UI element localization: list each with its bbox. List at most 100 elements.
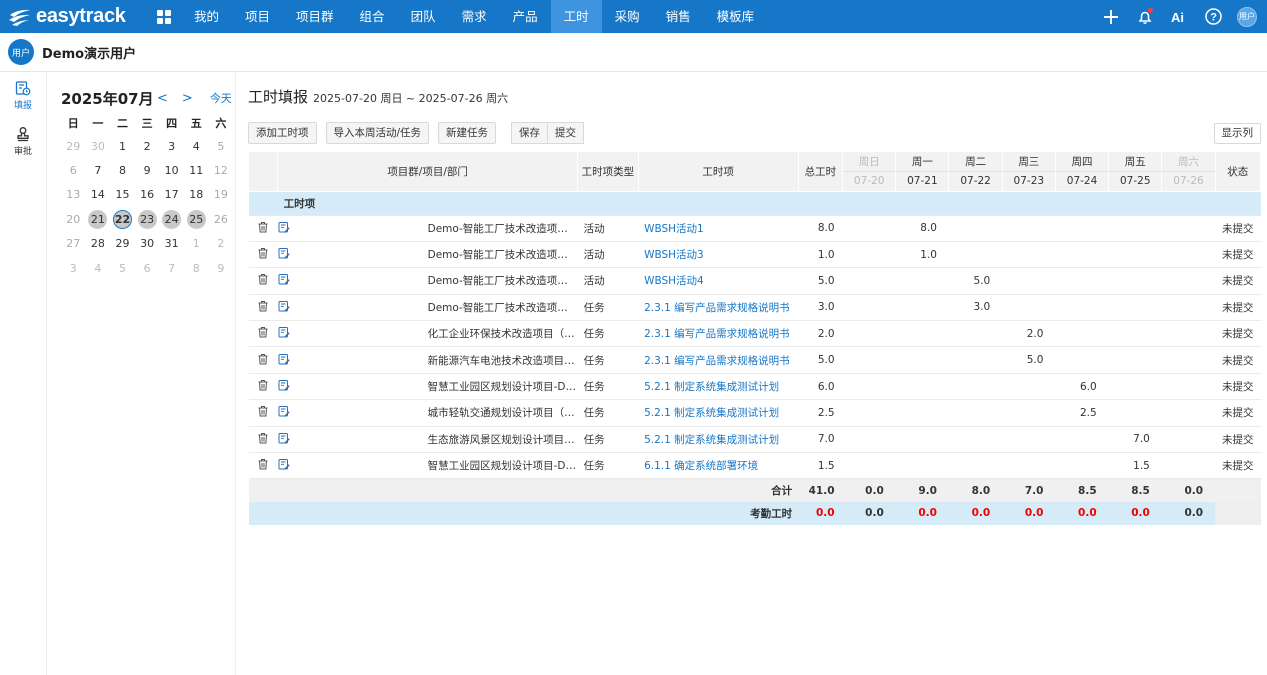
day-hours-cell[interactable]	[842, 399, 896, 427]
new-task-button[interactable]: 新建任务	[438, 122, 497, 144]
calendar-day[interactable]: 30	[135, 232, 160, 256]
day-hours-cell[interactable]: 3.0	[948, 294, 1003, 322]
day-hours-cell[interactable]	[1161, 320, 1216, 348]
calendar-day[interactable]: 22	[110, 207, 135, 231]
trash-icon[interactable]	[257, 459, 269, 473]
nav-item-7[interactable]: 工时	[550, 0, 602, 33]
calendar-day[interactable]: 24	[159, 207, 184, 231]
item-link[interactable]: WBSH活动1	[638, 215, 799, 242]
calendar-day[interactable]: 6	[135, 256, 160, 280]
day-hours-cell[interactable]: 5.0	[948, 267, 1003, 295]
day-hours-cell[interactable]	[1002, 294, 1056, 322]
calendar-day[interactable]: 12	[209, 158, 234, 182]
calendar-day[interactable]: 4	[184, 134, 209, 158]
day-hours-cell[interactable]	[948, 241, 1003, 269]
calendar-day[interactable]: 20	[61, 207, 86, 231]
day-hours-cell[interactable]	[1161, 346, 1216, 374]
day-hours-cell[interactable]	[1002, 267, 1056, 295]
day-hours-cell[interactable]	[1055, 294, 1109, 322]
nav-item-4[interactable]: 团队	[398, 0, 449, 33]
trash-icon[interactable]	[257, 327, 269, 341]
nav-item-3[interactable]: 组合	[347, 0, 398, 33]
calendar-day[interactable]: 15	[110, 183, 135, 207]
day-hours-cell[interactable]	[1161, 452, 1216, 480]
edit-log-icon[interactable]	[278, 300, 428, 315]
day-hours-cell[interactable]	[1002, 215, 1056, 242]
trash-icon[interactable]	[257, 432, 269, 447]
day-hours-cell[interactable]	[1002, 373, 1056, 401]
edit-log-icon[interactable]	[278, 247, 428, 262]
calendar-day[interactable]: 2	[209, 232, 234, 256]
item-link[interactable]: 6.1.1 确定系统部署环境	[638, 452, 799, 480]
trash-icon[interactable]	[257, 274, 269, 288]
day-hours-cell[interactable]	[842, 215, 896, 242]
trash-icon[interactable]	[257, 353, 269, 368]
item-link[interactable]: 2.3.1 编写产品需求规格说明书	[638, 320, 799, 348]
calendar-prev-button[interactable]: <	[157, 91, 168, 106]
edit-log-icon[interactable]	[278, 432, 428, 447]
edit-log-icon[interactable]	[278, 221, 428, 236]
nav-item-1[interactable]: 项目	[232, 0, 283, 33]
calendar-day[interactable]: 28	[86, 232, 111, 256]
edit-log-icon[interactable]	[278, 458, 428, 473]
day-hours-cell[interactable]	[895, 426, 949, 454]
day-hours-cell[interactable]	[948, 215, 1003, 242]
calendar-day[interactable]: 26	[209, 207, 234, 231]
day-hours-cell[interactable]: 2.0	[1002, 320, 1056, 348]
day-hours-cell[interactable]: 1.0	[895, 241, 949, 269]
day-hours-cell[interactable]	[842, 346, 896, 374]
day-hours-cell[interactable]	[1108, 399, 1162, 427]
nav-item-5[interactable]: 需求	[449, 0, 500, 33]
day-hours-cell[interactable]	[1002, 426, 1056, 454]
day-hours-cell[interactable]	[1002, 241, 1056, 269]
day-hours-cell[interactable]	[1055, 452, 1109, 480]
day-hours-cell[interactable]	[895, 346, 949, 374]
edit-log-icon[interactable]	[278, 405, 428, 420]
day-hours-cell[interactable]	[1055, 320, 1109, 348]
day-hours-cell[interactable]	[895, 320, 949, 348]
day-hours-cell[interactable]	[1002, 399, 1056, 427]
day-hours-cell[interactable]	[842, 320, 896, 348]
day-hours-cell[interactable]	[1108, 320, 1162, 348]
trash-icon[interactable]	[257, 380, 269, 394]
day-hours-cell[interactable]	[895, 294, 949, 322]
day-hours-cell[interactable]	[1161, 426, 1216, 454]
nav-item-6[interactable]: 产品	[500, 0, 551, 33]
day-hours-cell[interactable]	[842, 452, 896, 480]
edit-log-icon[interactable]	[278, 379, 428, 394]
day-hours-cell[interactable]	[1002, 452, 1056, 480]
day-hours-cell[interactable]	[1055, 346, 1109, 374]
day-hours-cell[interactable]	[1108, 215, 1162, 242]
apps-grid-icon[interactable]	[147, 9, 181, 24]
calendar-day[interactable]: 11	[184, 158, 209, 182]
item-link[interactable]: 2.3.1 编写产品需求规格说明书	[638, 346, 799, 374]
nav-item-0[interactable]: 我的	[181, 0, 232, 33]
day-hours-cell[interactable]	[1108, 346, 1162, 374]
logo[interactable]: easytrack	[0, 5, 140, 28]
day-hours-cell[interactable]	[895, 267, 949, 295]
ai-icon[interactable]: Ai	[1169, 7, 1189, 27]
calendar-day[interactable]: 10	[159, 158, 184, 182]
day-hours-cell[interactable]: 1.5	[1108, 452, 1162, 480]
day-hours-cell[interactable]	[842, 373, 896, 401]
day-hours-cell[interactable]	[1108, 267, 1162, 295]
calendar-day[interactable]: 25	[184, 207, 209, 231]
nav-item-9[interactable]: 销售	[653, 0, 704, 33]
calendar-day[interactable]: 17	[159, 183, 184, 207]
trash-icon[interactable]	[257, 406, 269, 420]
calendar-day[interactable]: 7	[159, 256, 184, 280]
day-hours-cell[interactable]	[1055, 241, 1109, 269]
day-hours-cell[interactable]	[842, 426, 896, 454]
day-hours-cell[interactable]	[842, 241, 896, 269]
help-icon[interactable]: ?	[1203, 7, 1223, 27]
calendar-day[interactable]: 2	[135, 134, 160, 158]
calendar-day[interactable]: 16	[135, 183, 160, 207]
day-hours-cell[interactable]	[948, 346, 1003, 374]
item-link[interactable]: WBSH活动4	[638, 267, 799, 295]
day-hours-cell[interactable]: 8.0	[895, 215, 949, 242]
day-hours-cell[interactable]	[842, 294, 896, 322]
item-link[interactable]: 2.3.1 编写产品需求规格说明书	[638, 294, 799, 322]
day-hours-cell[interactable]: 2.5	[1055, 399, 1109, 427]
calendar-day[interactable]: 19	[209, 183, 234, 207]
calendar-day[interactable]: 1	[110, 134, 135, 158]
